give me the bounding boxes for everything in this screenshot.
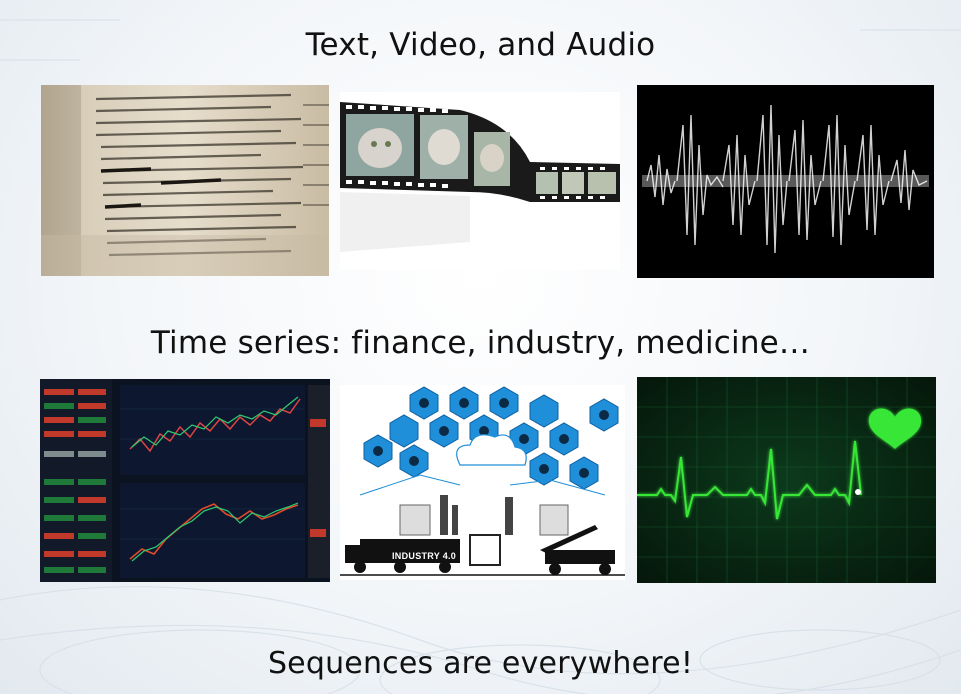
section-title-text-video-audio: Text, Video, and Audio — [305, 27, 656, 63]
slide-conclusion-text: Sequences are everywhere! — [267, 646, 694, 681]
stock-chart-image — [40, 379, 330, 582]
dictionary-page-image — [41, 85, 329, 276]
industry-truck-label: INDUSTRY 4.0 — [392, 551, 457, 561]
audio-waveform-image — [637, 85, 934, 278]
industry-4-hexagon-image: INDUSTRY 4.0 — [340, 385, 625, 580]
film-strip-cat-image — [340, 92, 620, 270]
ecg-heartbeat-image — [637, 377, 936, 583]
section-title-time-series: Time series: finance, industry, medicine… — [150, 325, 811, 361]
